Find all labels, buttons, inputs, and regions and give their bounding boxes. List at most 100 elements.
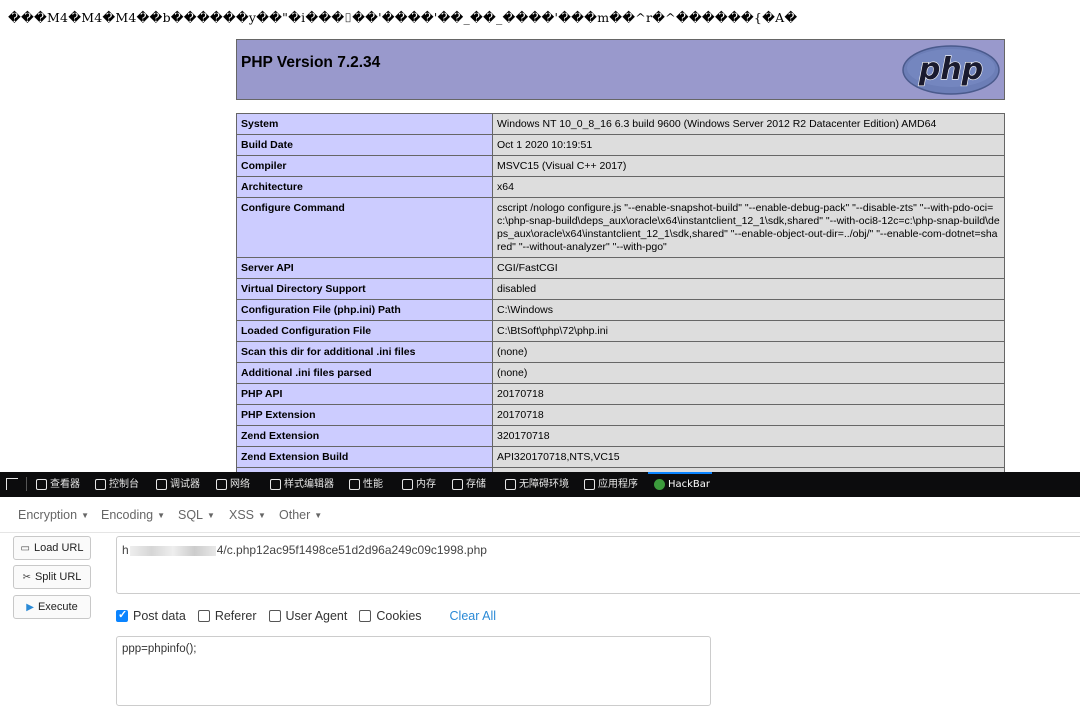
info-value: disabled bbox=[492, 278, 1005, 300]
devtools-tab-storage[interactable]: 存储 bbox=[452, 472, 486, 497]
menu-encoding[interactable]: Encoding ▼ bbox=[101, 508, 165, 522]
chevron-down-icon: ▼ bbox=[258, 511, 266, 521]
checkbox-icon bbox=[197, 610, 210, 622]
referer-checkbox[interactable]: Referer bbox=[197, 609, 257, 623]
user-agent-label: User Agent bbox=[285, 609, 348, 623]
execute-button[interactable]: ▶ Execute bbox=[13, 595, 91, 619]
info-key: PHP Extension bbox=[236, 404, 493, 426]
chevron-down-icon: ▼ bbox=[157, 511, 166, 521]
devtools-tab-label: 应用程序 bbox=[598, 479, 638, 490]
post-data-textarea[interactable]: ppp=phpinfo(); bbox=[116, 636, 711, 706]
info-key: Server API bbox=[236, 257, 493, 279]
load-url-button[interactable]: ▭ Load URL bbox=[13, 536, 91, 560]
performance-icon bbox=[349, 479, 360, 490]
info-value: Oct 1 2020 10:19:51 bbox=[492, 134, 1005, 156]
devtools-tab-label: 内存 bbox=[416, 479, 436, 490]
devtools-tab-memory[interactable]: 内存 bbox=[402, 472, 436, 497]
menu-sql[interactable]: SQL ▼ bbox=[178, 508, 215, 522]
info-row: Loaded Configuration File C:\BtSoft\php\7… bbox=[236, 320, 1005, 342]
storage-icon bbox=[452, 479, 463, 490]
info-row: Configure Command cscript /nologo configu… bbox=[236, 197, 1005, 258]
devtools-tab-label: 样式编辑器 bbox=[284, 479, 334, 490]
devtools-tab-inspector[interactable]: 查看器 bbox=[36, 472, 80, 497]
cookies-checkbox[interactable]: Cookies bbox=[359, 609, 422, 623]
inspector-icon bbox=[36, 479, 47, 490]
devtools-tab-label: HackBar bbox=[668, 479, 711, 490]
post-data-label: Post data bbox=[133, 609, 186, 623]
info-row: Scan this dir for additional .ini files(… bbox=[236, 341, 1005, 363]
info-value: C:\BtSoft\php\72\php.ini bbox=[492, 320, 1005, 342]
url-path: 4/c.php12ac95f1498ce51d2d96a249c09c1998.… bbox=[216, 543, 487, 557]
info-value: 20170718 bbox=[492, 404, 1005, 426]
menu-other[interactable]: Other ▼ bbox=[279, 508, 322, 522]
info-row: Zend Extension Build API320170718,NTS,VC1… bbox=[236, 446, 1005, 468]
url-input[interactable]: h 4/c.php12ac95f1498ce51d2d96a249c09c1998… bbox=[116, 536, 1080, 594]
devtools-tab-label: 网络 bbox=[230, 479, 250, 490]
php-version-title: PHP Version 7.2.34 bbox=[241, 54, 381, 71]
menu-xss[interactable]: XSS ▼ bbox=[229, 508, 266, 522]
clear-all-link[interactable]: Clear All bbox=[450, 609, 497, 623]
devtools-tab-label: 查看器 bbox=[50, 479, 80, 490]
menu-encryption[interactable]: Encryption ▼ bbox=[18, 508, 89, 522]
info-value: API320170718,NTS,VC15 bbox=[492, 446, 1005, 468]
element-picker-icon[interactable] bbox=[6, 478, 18, 490]
url-prefix: h bbox=[122, 543, 129, 557]
info-key: Build Date bbox=[236, 134, 493, 156]
checkbox-icon bbox=[268, 610, 281, 622]
devtools-tab-network[interactable]: 网络 bbox=[216, 472, 250, 497]
devtools-tab-console[interactable]: 控制台 bbox=[95, 472, 139, 497]
info-key: Compiler bbox=[236, 155, 493, 177]
application-icon bbox=[584, 479, 595, 490]
php-info-table: System Windows NT 10_0_8_16 6.3 build 960… bbox=[236, 113, 1005, 472]
info-key: Configuration File (php.ini) Path bbox=[236, 299, 493, 321]
info-row: Virtual Directory Support disabled bbox=[236, 278, 1005, 300]
chevron-down-icon: ▼ bbox=[81, 511, 89, 521]
split-url-button[interactable]: ✂ Split URL bbox=[13, 565, 91, 589]
info-row: Additional .ini files parsed (none) bbox=[236, 362, 1005, 384]
page-content: ���M4�M4�M4��b������y��"�i���⌷��'����'��… bbox=[0, 0, 1080, 472]
accessibility-icon bbox=[505, 479, 516, 490]
hackbar-menu-bar: Encryption ▼ Encoding ▼ SQL ▼ XSS ▼ Other ▼ bbox=[0, 497, 1080, 533]
scissors-icon: ✂ bbox=[22, 571, 31, 583]
info-row: Zend Extension 320170718 bbox=[236, 425, 1005, 447]
php-logo-text: php bbox=[918, 52, 983, 87]
post-data-checkbox[interactable]: Post data bbox=[116, 608, 186, 623]
info-value: 320170718 bbox=[492, 425, 1005, 447]
devtools-tab-debugger[interactable]: 调试器 bbox=[156, 472, 200, 497]
devtools-tab-hackbar[interactable]: HackBar bbox=[654, 472, 710, 497]
devtools-tab-label: 调试器 bbox=[170, 479, 200, 490]
execute-label: Execute bbox=[37, 601, 78, 613]
info-row: PHP API 20170718 bbox=[236, 383, 1005, 405]
chevron-down-icon: ▼ bbox=[207, 511, 215, 521]
info-value: C:\Windows bbox=[492, 299, 1005, 321]
referer-label: Referer bbox=[214, 609, 257, 623]
info-key: Scan this dir for additional .ini files bbox=[236, 341, 493, 363]
info-row: Architecture x64 bbox=[236, 176, 1005, 198]
devtools-tab-style-editor[interactable]: 样式编辑器 bbox=[270, 472, 334, 497]
devtools-tab-application[interactable]: 应用程序 bbox=[584, 472, 638, 497]
cookies-label: Cookies bbox=[376, 609, 422, 623]
checkbox-checked-icon bbox=[116, 608, 128, 622]
menu-encryption-label: Encryption bbox=[18, 508, 78, 522]
split-url-label: Split URL bbox=[34, 571, 82, 583]
devtools-tab-label: 无障碍环境 bbox=[519, 479, 569, 490]
devtools-tab-label: 存储 bbox=[466, 479, 486, 490]
play-icon: ▶ bbox=[26, 601, 34, 613]
php-logo: php bbox=[902, 45, 1000, 95]
info-row: Compiler MSVC15 (Visual C++ 2017) bbox=[236, 155, 1005, 177]
garbled-output-text: ���M4�M4�M4��b������y��"�i���⌷��'����'��… bbox=[8, 10, 798, 25]
devtools-tab-accessibility[interactable]: 无障碍环境 bbox=[505, 472, 569, 497]
user-agent-checkbox[interactable]: User Agent bbox=[268, 609, 348, 623]
load-url-label: Load URL bbox=[33, 542, 84, 554]
menu-xss-label: XSS bbox=[229, 508, 255, 522]
info-key: Loaded Configuration File bbox=[236, 320, 493, 342]
info-value: x64 bbox=[492, 176, 1005, 198]
memory-icon bbox=[402, 479, 413, 490]
php-version-header: PHP Version 7.2.34 php bbox=[236, 39, 1005, 100]
redacted-host bbox=[129, 545, 216, 556]
debugger-icon bbox=[156, 479, 167, 490]
info-value: CGI/FastCGI bbox=[492, 257, 1005, 279]
devtools-tab-performance[interactable]: 性能 bbox=[349, 472, 383, 497]
info-value: (none) bbox=[492, 341, 1005, 363]
info-value: (none) bbox=[492, 362, 1005, 384]
